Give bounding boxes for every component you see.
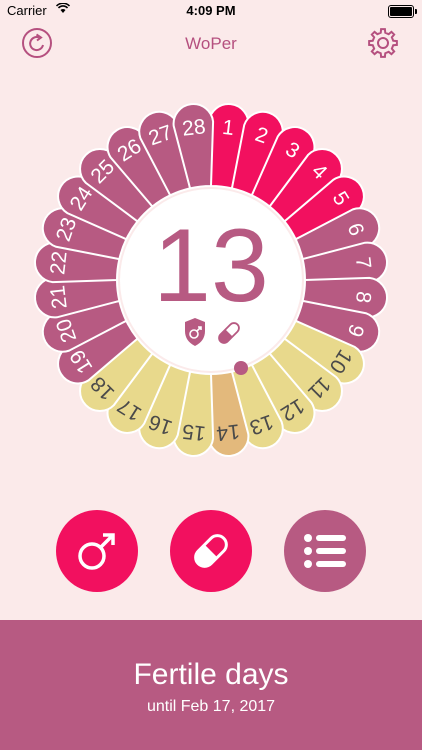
current-day-number: 13 bbox=[153, 208, 269, 324]
clock: 4:09 PM bbox=[186, 3, 236, 18]
cycle-day-label: 15 bbox=[181, 419, 207, 444]
history-list-button[interactable] bbox=[284, 510, 366, 592]
gear-icon[interactable] bbox=[366, 26, 400, 60]
phase-title: Fertile days bbox=[133, 658, 289, 691]
navigation-bar: WoPer bbox=[0, 22, 422, 66]
pill-icon bbox=[194, 534, 228, 568]
today-marker bbox=[234, 361, 248, 375]
cycle-day-label: 22 bbox=[46, 250, 71, 276]
list-icon bbox=[304, 534, 346, 568]
status-bar: Carrier 4:09 PM bbox=[0, 0, 422, 22]
phase-panel: Fertile days until Feb 17, 2017 bbox=[0, 620, 422, 750]
male-symbol-icon bbox=[78, 533, 115, 570]
cycle-wheel: 1 234567891011121314151617181920212223242… bbox=[33, 102, 389, 458]
phase-subtitle: until Feb 17, 2017 bbox=[146, 698, 276, 715]
action-bar bbox=[0, 510, 422, 592]
cycle-day-label: 21 bbox=[46, 284, 71, 310]
cycle-day-label: 14 bbox=[215, 419, 241, 445]
cycle-day-label: 28 bbox=[181, 115, 207, 140]
battery-icon bbox=[388, 5, 417, 18]
add-pill-button[interactable] bbox=[170, 510, 252, 592]
add-intercourse-button[interactable] bbox=[56, 510, 138, 592]
app-title: WoPer bbox=[185, 34, 237, 53]
